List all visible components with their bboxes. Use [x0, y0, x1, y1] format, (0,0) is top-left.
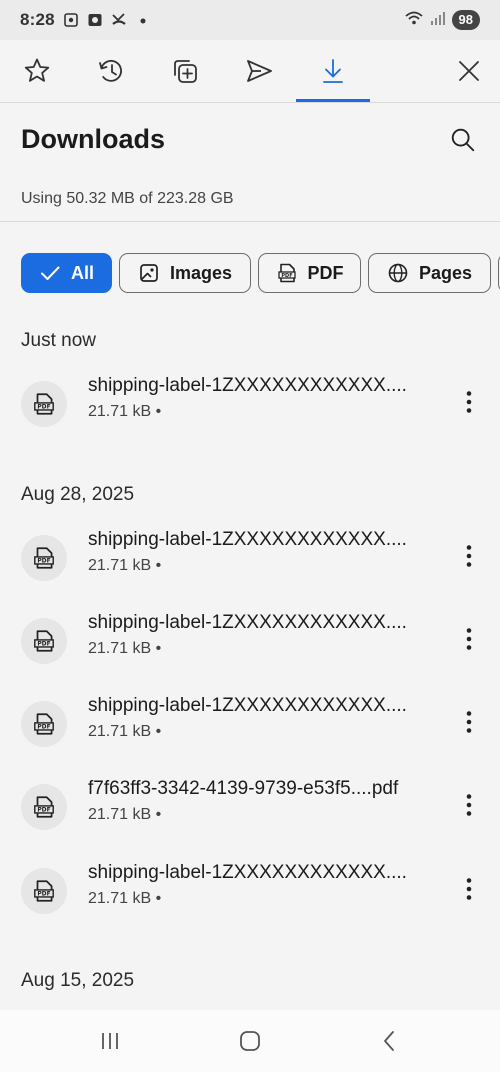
pdf-file-icon: PDF [21, 618, 67, 664]
missed-call-icon [111, 12, 127, 28]
history-icon [99, 59, 122, 82]
collections-button[interactable] [148, 40, 222, 102]
wifi-icon [404, 10, 424, 31]
section-header: Just now [21, 330, 96, 351]
pdf-file-icon: PDF [21, 381, 67, 427]
file-name: shipping-label-1ZXXXXXXXXXXXX.... [88, 695, 407, 716]
search-button[interactable] [444, 121, 482, 159]
more-options-button[interactable] [452, 788, 486, 822]
status-left: 8:28 [20, 10, 151, 30]
toolbar [0, 40, 500, 103]
more-vertical-icon [466, 711, 472, 733]
filter-label: All [70, 262, 94, 283]
file-name: shipping-label-1ZXXXXXXXXXXXX.... [88, 375, 407, 396]
star-icon [24, 58, 50, 82]
more-options-button[interactable] [452, 385, 486, 419]
favorites-button[interactable] [0, 40, 74, 102]
section-header: Aug 28, 2025 [21, 484, 135, 505]
file-meta: 21.71 kB • [88, 403, 162, 420]
download-item[interactable]: PDF shipping-label-1ZXXXXXXXXXXXX.... 21… [0, 860, 500, 926]
share-button[interactable] [222, 40, 296, 102]
filter-label: Pages [418, 262, 473, 283]
download-item[interactable]: PDF shipping-label-1ZXXXXXXXXXXXX.... 21… [0, 527, 500, 593]
svg-text:PDF: PDF [37, 724, 50, 731]
pdf-file-icon: PDF [21, 868, 67, 914]
filter-pdf-chip[interactable]: PDF PDF [258, 253, 361, 293]
file-meta: 21.71 kB • [88, 557, 162, 574]
file-name: f7f63ff3-3342-4139-9739-e53f5....pdf [88, 778, 399, 799]
file-name: shipping-label-1ZXXXXXXXXXXXX.... [88, 529, 407, 550]
signal-icon [430, 10, 446, 31]
close-button[interactable] [432, 40, 500, 102]
section-header: Aug 15, 2025 [21, 970, 135, 991]
svg-text:PDF: PDF [37, 641, 50, 648]
file-name: shipping-label-1ZXXXXXXXXXXXX.... [88, 862, 407, 883]
globe-icon [388, 263, 408, 283]
pdf-file-icon: PDF [21, 784, 67, 830]
collections-icon [174, 60, 197, 83]
filter-pages-chip[interactable]: Pages [368, 253, 491, 293]
more-options-button[interactable] [452, 872, 486, 906]
screenshot-icon [63, 12, 79, 28]
status-right: 98 [404, 10, 480, 31]
divider [0, 221, 500, 222]
more-vertical-icon [466, 545, 472, 567]
filter-label: Images [169, 262, 233, 283]
svg-text:PDF: PDF [37, 558, 50, 565]
pdf-icon: PDF [277, 263, 296, 283]
more-options-button[interactable] [452, 622, 486, 656]
downloads-button[interactable] [296, 40, 370, 102]
file-name: shipping-label-1ZXXXXXXXXXXXX.... [88, 612, 407, 633]
filter-images-chip[interactable]: Images [119, 253, 251, 293]
home-icon [240, 1031, 260, 1051]
svg-text:PDF: PDF [37, 807, 50, 814]
download-icon [323, 59, 343, 83]
recent-apps-icon [102, 1033, 118, 1049]
svg-text:PDF: PDF [37, 404, 50, 411]
file-meta: 21.71 kB • [88, 806, 162, 823]
filter-chips: All Images PDF PDF Pages [21, 253, 500, 294]
camera-icon [87, 12, 103, 28]
svg-text:PDF: PDF [281, 273, 292, 279]
file-meta: 21.71 kB • [88, 890, 162, 907]
recent-apps-button[interactable] [93, 1024, 127, 1058]
battery-indicator: 98 [451, 10, 480, 30]
image-icon [140, 264, 158, 282]
svg-text:PDF: PDF [37, 891, 50, 898]
notification-dot-icon [135, 12, 151, 28]
more-vertical-icon [466, 878, 472, 900]
navigation-bar [0, 1010, 500, 1072]
check-icon [40, 266, 60, 280]
download-item[interactable]: PDF shipping-label-1ZXXXXXXXXXXXX.... 21… [0, 693, 500, 759]
filter-label: PDF [307, 262, 344, 283]
more-vertical-icon [466, 391, 472, 413]
send-icon [247, 60, 272, 82]
file-meta: 21.71 kB • [88, 640, 162, 657]
more-vertical-icon [466, 794, 472, 816]
filter-all-chip[interactable]: All [21, 253, 112, 293]
back-icon [384, 1031, 394, 1051]
download-item[interactable]: PDF shipping-label-1ZXXXXXXXXXXXX.... 21… [0, 610, 500, 676]
history-button[interactable] [74, 40, 148, 102]
storage-usage: Using 50.32 MB of 223.28 GB [21, 190, 234, 207]
back-button[interactable] [373, 1024, 407, 1058]
pdf-file-icon: PDF [21, 535, 67, 581]
search-icon [451, 128, 475, 152]
more-options-button[interactable] [452, 539, 486, 573]
more-vertical-icon [466, 628, 472, 650]
more-options-button[interactable] [452, 705, 486, 739]
home-button[interactable] [233, 1024, 267, 1058]
download-item[interactable]: PDF shipping-label-1ZXXXXXXXXXXXX.... 21… [0, 373, 500, 439]
download-item[interactable]: PDF f7f63ff3-3342-4139-9739-e53f5....pdf… [0, 776, 500, 842]
status-time: 8:28 [20, 10, 55, 29]
pdf-file-icon: PDF [21, 701, 67, 747]
file-meta: 21.71 kB • [88, 723, 162, 740]
page-title: Downloads [21, 124, 166, 154]
status-bar: 8:28 98 [0, 0, 500, 40]
close-icon [459, 61, 479, 81]
